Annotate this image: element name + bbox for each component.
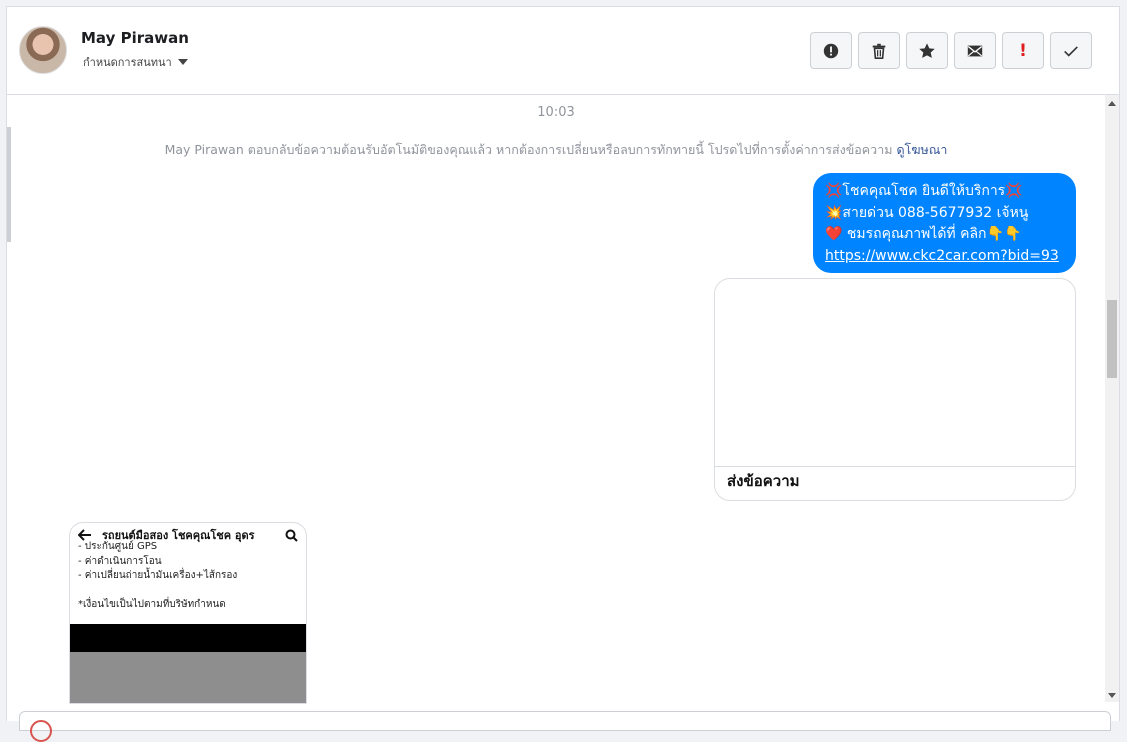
scroll-up-icon[interactable]: [1108, 101, 1116, 106]
attachment-line: [78, 584, 298, 598]
attachment-line: *เงื่อนไขเป็นไปตามที่บริษัทกำหนด: [78, 598, 226, 610]
notice-text: May Pirawan ตอบกลับข้อความต้อนรับอัตโนมั…: [164, 142, 893, 157]
mark-unread-button[interactable]: [954, 32, 996, 69]
trash-icon: [872, 43, 886, 59]
alert-button[interactable]: [810, 32, 852, 69]
message-composer[interactable]: [19, 711, 1111, 742]
alert-icon: [823, 43, 839, 58]
composer-avatar: [30, 720, 52, 742]
attachment-line: - ค่าเปลี่ยนถ่ายน้ำมันเครื่อง+ไส้กรอง: [78, 570, 238, 581]
check-icon: [1064, 45, 1078, 57]
caret-down-icon: [177, 59, 188, 65]
conversation-settings-label: กำหนดการสนทนา: [83, 56, 172, 69]
star-icon: [919, 42, 935, 58]
star-button[interactable]: [906, 32, 948, 69]
outgoing-message-bubble[interactable]: 💢โชคคุณโชค ยินดีให้บริการ💢 💥สายด่วน 088-…: [813, 173, 1076, 273]
message-timestamp: 10:03: [537, 105, 575, 120]
scroll-thumb[interactable]: [1107, 300, 1117, 378]
conversation-settings-dropdown[interactable]: กำหนดการสนทนา: [83, 53, 188, 71]
delete-button[interactable]: [858, 32, 900, 69]
avatar[interactable]: [19, 26, 67, 74]
conversation-panel: May Pirawan กำหนดการสนทนา ! 10:03 May Pi…: [6, 6, 1120, 742]
preview-image: [715, 279, 1075, 467]
spam-button[interactable]: !: [1002, 32, 1044, 69]
attachment-photo-area: [70, 652, 306, 703]
incoming-image-attachment[interactable]: รถยนต์มือสอง โชคคุณโชค อุดร - ประกันศูนย…: [69, 522, 307, 704]
conversation-header: May Pirawan กำหนดการสนทนา !: [7, 7, 1119, 95]
link-preview-card[interactable]: ส่งข้อความ: [714, 278, 1076, 501]
auto-reply-notice: May Pirawan ตอบกลับข้อความต้อนรับอัตโนมั…: [7, 140, 1105, 160]
message-link[interactable]: https://www.ckc2car.com?bid=93: [825, 246, 1066, 268]
scrollbar[interactable]: [1105, 95, 1119, 702]
send-message-cta[interactable]: ส่งข้อความ: [715, 467, 1075, 495]
spam-icon: !: [1019, 40, 1027, 61]
mail-icon: [967, 45, 983, 56]
attachment-dark-band: [70, 624, 306, 652]
notice-link[interactable]: ดูโฆษณา: [896, 142, 947, 157]
message-line: ❤️ ชมรถคุณภาพได้ที่ คลิก👇👇: [825, 226, 1022, 242]
scroll-down-icon[interactable]: [1108, 693, 1116, 698]
action-toolbar: !: [810, 32, 1092, 69]
search-icon: [285, 529, 298, 542]
contact-name[interactable]: May Pirawan: [81, 29, 189, 47]
mark-done-button[interactable]: [1050, 32, 1092, 69]
attachment-text: - ประกันศูนย์ GPS - ค่าดำเนินการโอน - ค่…: [70, 540, 306, 612]
message-line: 💥สายด่วน 088-5677932 เจ้หนู: [825, 204, 1029, 221]
message-line: 💢โชคคุณโชค ยินดีให้บริการ💢: [825, 183, 1023, 199]
attachment-line: - ค่าดำเนินการโอน: [78, 555, 162, 567]
